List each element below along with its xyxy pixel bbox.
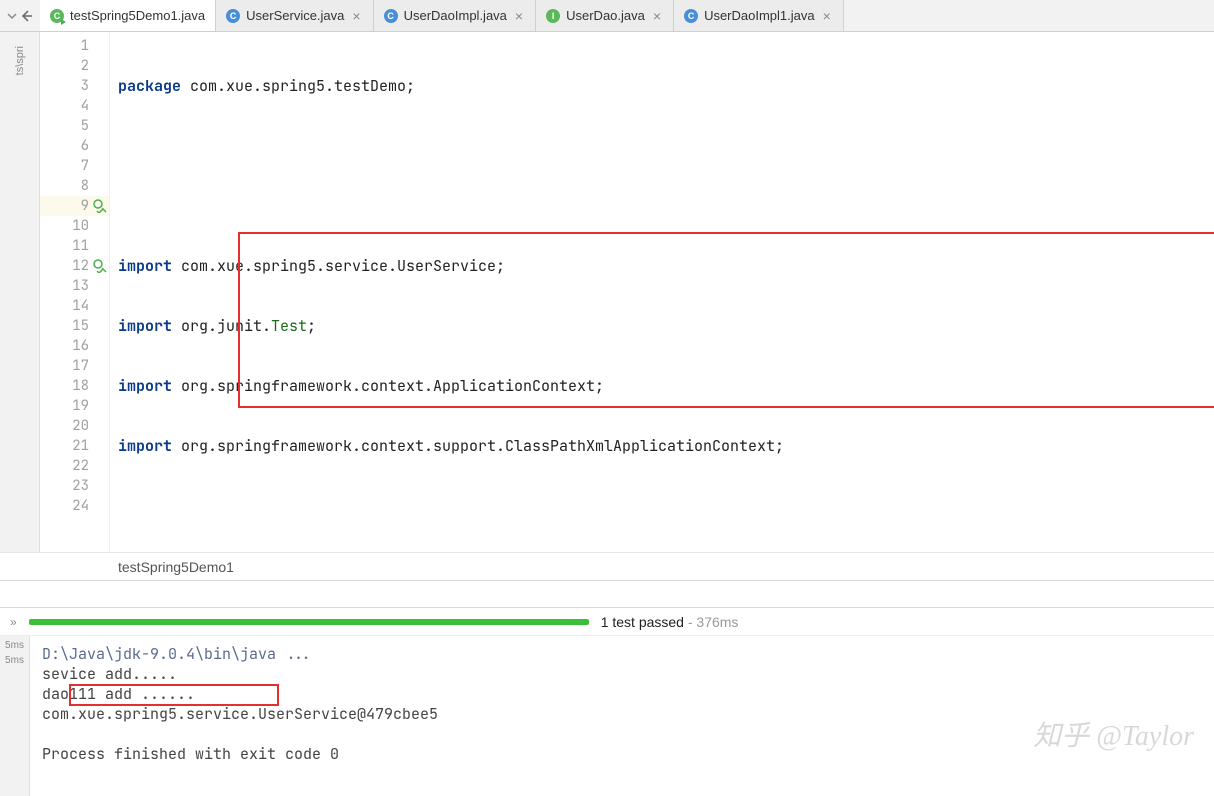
- left-strip-label: ts\spri: [14, 46, 26, 75]
- line-number[interactable]: 17: [40, 356, 109, 376]
- code-text: org.springframework.context.support.Clas…: [172, 436, 784, 456]
- keyword: import: [118, 256, 172, 276]
- line-number[interactable]: 1: [40, 36, 109, 56]
- close-icon[interactable]: ×: [350, 8, 362, 24]
- code-text: org.springframework.context.ApplicationC…: [172, 376, 604, 396]
- console-command: D:\Java\jdk-9.0.4\bin\java ...: [42, 644, 438, 664]
- console-line: Process finished with exit code 0: [42, 744, 438, 764]
- file-tab-3[interactable]: I UserDao.java ×: [536, 0, 674, 31]
- line-number[interactable]: 21: [40, 436, 109, 456]
- line-number[interactable]: 16: [40, 336, 109, 356]
- line-number[interactable]: 24: [40, 496, 109, 516]
- tab-label: UserService.java: [246, 8, 344, 23]
- line-number[interactable]: 8: [40, 176, 109, 196]
- editor-area: ts\spri 12345678910111213141516171819202…: [0, 32, 1214, 552]
- test-summary: 1 test passed - 376ms: [601, 614, 739, 630]
- class-icon: C: [226, 9, 240, 23]
- line-number[interactable]: 18: [40, 376, 109, 396]
- project-toggle[interactable]: [0, 0, 40, 31]
- file-tab-1[interactable]: C UserService.java ×: [216, 0, 373, 31]
- timing-badge: 5ms: [0, 651, 29, 666]
- keyword: import: [118, 436, 172, 456]
- code-text: com.xue.spring5.service.UserService;: [172, 256, 505, 276]
- line-number[interactable]: 14: [40, 296, 109, 316]
- line-number[interactable]: 23: [40, 476, 109, 496]
- breadcrumb-item: testSpring5Demo1: [118, 559, 234, 575]
- class-icon: C: [684, 9, 698, 23]
- line-number[interactable]: 15: [40, 316, 109, 336]
- line-number[interactable]: 5: [40, 116, 109, 136]
- line-number-gutter[interactable]: 123456789101112131415161718192021222324: [40, 32, 110, 552]
- class-icon: C: [384, 9, 398, 23]
- file-tab-4[interactable]: C UserDaoImpl1.java ×: [674, 0, 844, 31]
- console-line: com.xue.spring5.service.UserService@479c…: [42, 704, 438, 724]
- tabs: CtestSpring5Demo1.javaCUserService.java×…: [40, 0, 844, 31]
- console-line: sevice add.....: [42, 664, 438, 684]
- line-number[interactable]: 19: [40, 396, 109, 416]
- tab-label: testSpring5Demo1.java: [70, 8, 205, 23]
- file-tab-0[interactable]: CtestSpring5Demo1.java: [40, 0, 216, 31]
- line-number[interactable]: 20: [40, 416, 109, 436]
- run-test-icon[interactable]: [93, 199, 107, 213]
- line-number[interactable]: 3: [40, 76, 109, 96]
- code-text: com.xue.spring5.testDemo;: [181, 76, 415, 96]
- line-number[interactable]: 13: [40, 276, 109, 296]
- breadcrumb-bar[interactable]: testSpring5Demo1: [0, 552, 1214, 580]
- code-editor[interactable]: package com.xue.spring5.testDemo; import…: [110, 32, 1214, 552]
- line-number[interactable]: 7: [40, 156, 109, 176]
- dropdown-icon: [7, 11, 17, 21]
- code-text: ;: [307, 316, 316, 336]
- left-tool-strip[interactable]: ts\spri: [0, 32, 40, 552]
- keyword: import: [118, 316, 172, 336]
- test-time: - 376ms: [684, 614, 738, 630]
- code-text: org.junit.: [172, 316, 271, 336]
- tab-label: UserDaoImpl1.java: [704, 8, 815, 23]
- test-passed-label: 1 test passed: [601, 614, 684, 630]
- tab-label: UserDao.java: [566, 8, 645, 23]
- line-number[interactable]: 22: [40, 456, 109, 476]
- class-icon: C: [50, 9, 64, 23]
- line-number[interactable]: 9: [40, 196, 109, 216]
- line-number[interactable]: 4: [40, 96, 109, 116]
- tab-label: UserDaoImpl.java: [404, 8, 507, 23]
- editor-tab-bar: CtestSpring5Demo1.javaCUserService.java×…: [0, 0, 1214, 32]
- line-number[interactable]: 12: [40, 256, 109, 276]
- line-number[interactable]: 6: [40, 136, 109, 156]
- console-line: dao111 add ......: [42, 684, 438, 704]
- console-side-strip[interactable]: 5ms 5ms: [0, 636, 30, 796]
- expand-icon[interactable]: »: [10, 615, 17, 629]
- back-arrow-icon: [19, 9, 33, 23]
- keyword: import: [118, 376, 172, 396]
- timing-badge: 5ms: [0, 636, 29, 651]
- panel-divider[interactable]: [0, 580, 1214, 608]
- interface-icon: I: [546, 9, 560, 23]
- line-number[interactable]: 2: [40, 56, 109, 76]
- console-panel: 5ms 5ms D:\Java\jdk-9.0.4\bin\java ... s…: [0, 636, 1214, 796]
- console-output[interactable]: D:\Java\jdk-9.0.4\bin\java ... sevice ad…: [30, 636, 450, 796]
- class-ref: Test: [271, 316, 307, 336]
- test-progress-bar: [29, 619, 589, 625]
- close-icon[interactable]: ×: [821, 8, 833, 24]
- keyword: package: [118, 76, 181, 96]
- run-test-icon[interactable]: [93, 259, 107, 273]
- file-tab-2[interactable]: C UserDaoImpl.java ×: [374, 0, 537, 31]
- test-status-bar: » 1 test passed - 376ms: [0, 608, 1214, 636]
- line-number[interactable]: 10: [40, 216, 109, 236]
- close-icon[interactable]: ×: [651, 8, 663, 24]
- line-number[interactable]: 11: [40, 236, 109, 256]
- close-icon[interactable]: ×: [513, 8, 525, 24]
